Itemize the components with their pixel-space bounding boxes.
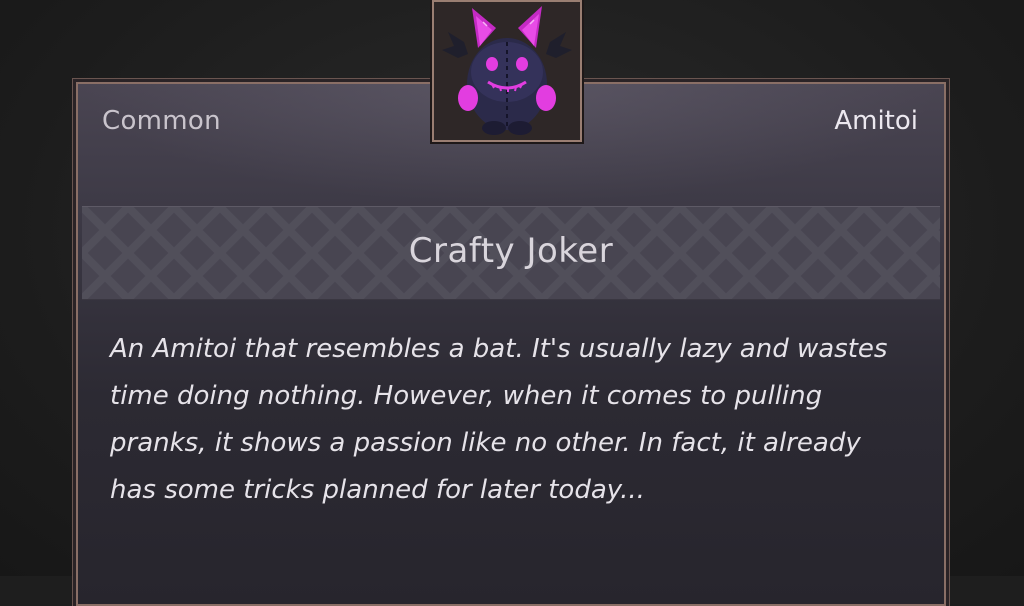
name-banner: Crafty Joker [82,206,940,300]
item-card: Common Amitoi Crafty Joker An Amitoi tha… [76,82,946,606]
item-name: Crafty Joker [408,231,614,271]
bat-plush-icon [434,2,580,140]
item-portrait [432,0,582,142]
item-description: An Amitoi that resembles a bat. It's usu… [110,334,888,505]
rarity-label: Common [102,106,221,136]
category-label: Amitoi [834,106,918,136]
